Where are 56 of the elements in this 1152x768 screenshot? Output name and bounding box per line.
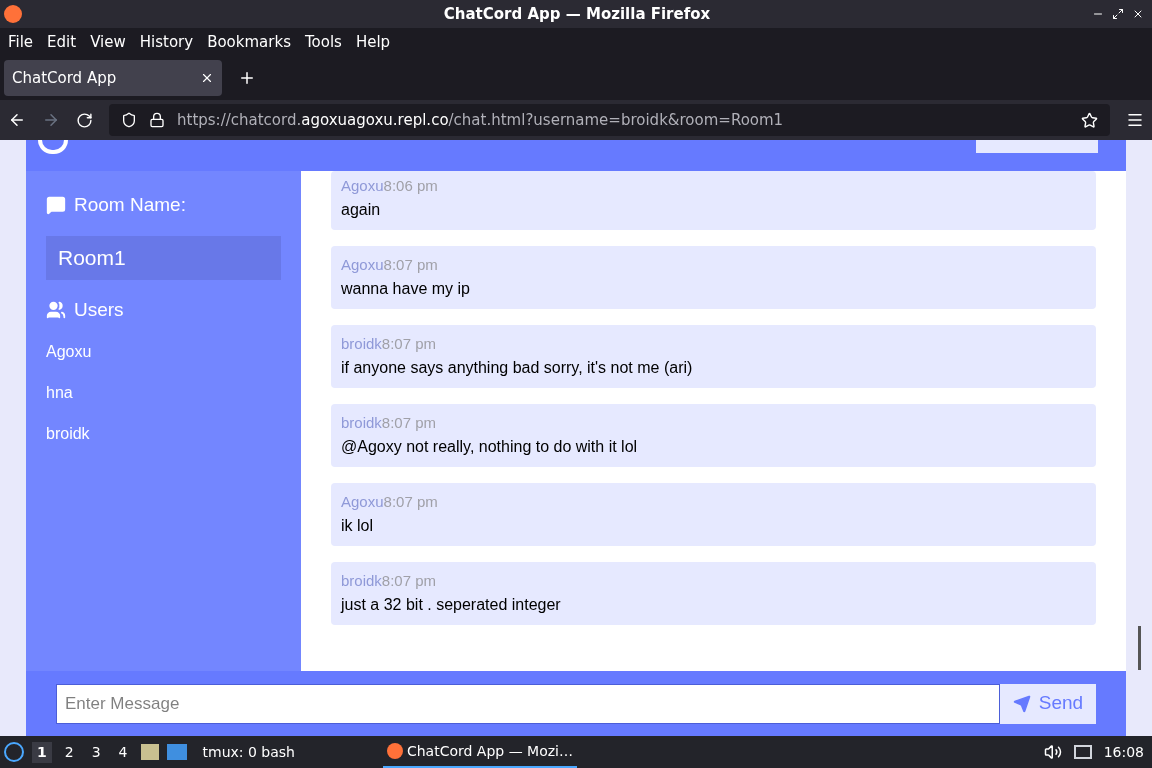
user-name: Agoxu bbox=[46, 342, 93, 362]
menu-item[interactable]: Bookmarks bbox=[207, 30, 291, 54]
message-meta: broidk8:07 pm bbox=[341, 414, 438, 432]
address-bar[interactable]: https://chatcord.agoxuagoxu.repl.co/chat.html?username=broidk&room=Room1 bbox=[109, 104, 1110, 136]
url-text: https://chatcord.agoxuagoxu.repl.co/chat.html?username=broidk&room=Room1 bbox=[177, 109, 784, 131]
menu-item[interactable]: Tools bbox=[304, 30, 342, 54]
menu-icon[interactable] bbox=[1126, 111, 1144, 129]
user-name: broidk bbox=[46, 424, 91, 444]
new-tab-icon[interactable] bbox=[238, 69, 256, 87]
close-icon[interactable] bbox=[1132, 8, 1144, 20]
lock-icon bbox=[149, 112, 165, 128]
message-text: wanna have my ip bbox=[341, 279, 471, 299]
menu-item[interactable]: View bbox=[90, 30, 126, 54]
reload-icon[interactable] bbox=[76, 111, 93, 129]
workspace-button[interactable]: 4 bbox=[113, 741, 133, 763]
forward-icon[interactable] bbox=[42, 111, 60, 129]
workspace-button[interactable]: 3 bbox=[86, 741, 106, 763]
send-icon bbox=[1012, 694, 1031, 713]
users-heading: Users bbox=[74, 297, 124, 322]
start-menu-icon[interactable] bbox=[4, 742, 24, 762]
menu-item[interactable]: History bbox=[139, 30, 194, 54]
window-title: ChatCord App — Mozilla Firefox bbox=[442, 3, 712, 25]
message-meta: Agoxu8:07 pm bbox=[341, 256, 439, 274]
terminal-taskbar-item[interactable]: tmux: 0 bash bbox=[202, 741, 295, 763]
bookmark-star-icon[interactable] bbox=[1081, 111, 1098, 129]
shield-icon bbox=[121, 112, 137, 128]
back-icon[interactable] bbox=[8, 111, 26, 129]
room-name: Room1 bbox=[46, 235, 281, 280]
message-meta: broidk8:07 pm bbox=[341, 572, 438, 590]
menu-item[interactable]: Edit bbox=[47, 30, 77, 54]
firefox-icon bbox=[386, 743, 403, 759]
workspace-button[interactable]: 2 bbox=[59, 741, 79, 763]
message-text: again bbox=[341, 200, 382, 220]
message-text: @Agoxy not really, nothing to do with it lol bbox=[341, 437, 639, 457]
message-text: just a 32 bit . seperated integer bbox=[341, 595, 562, 615]
menu-item[interactable]: Help bbox=[355, 30, 391, 54]
maximize-icon[interactable] bbox=[1112, 8, 1124, 20]
volume-icon[interactable] bbox=[1043, 743, 1062, 761]
message-meta: broidk8:07 pm bbox=[341, 335, 438, 353]
browser-tab[interactable]: ChatCord App bbox=[4, 60, 222, 96]
message-meta: Agoxu8:07 pm bbox=[341, 493, 439, 511]
firefox-taskbar-item[interactable]: ChatCord App — Mozi… bbox=[382, 736, 577, 768]
message-text: ik lol bbox=[341, 516, 374, 536]
firefox-icon bbox=[4, 5, 22, 23]
close-tab-icon[interactable] bbox=[200, 71, 214, 85]
scrollbar-thumb[interactable] bbox=[1137, 626, 1141, 670]
clock: 16:08 bbox=[1103, 742, 1144, 762]
message-input[interactable]: Enter Message bbox=[56, 683, 1000, 724]
user-name: hna bbox=[46, 383, 74, 403]
message-text: if anyone says anything bad sorry, it's not me (ari) bbox=[341, 358, 694, 378]
menu-item[interactable]: File bbox=[8, 30, 34, 54]
workspace-button[interactable]: 1 bbox=[32, 741, 52, 763]
users-icon bbox=[46, 299, 66, 320]
message-meta: Agoxu8:06 pm bbox=[341, 177, 439, 195]
chat-icon bbox=[46, 195, 66, 216]
room-heading: Room Name: bbox=[74, 193, 186, 217]
